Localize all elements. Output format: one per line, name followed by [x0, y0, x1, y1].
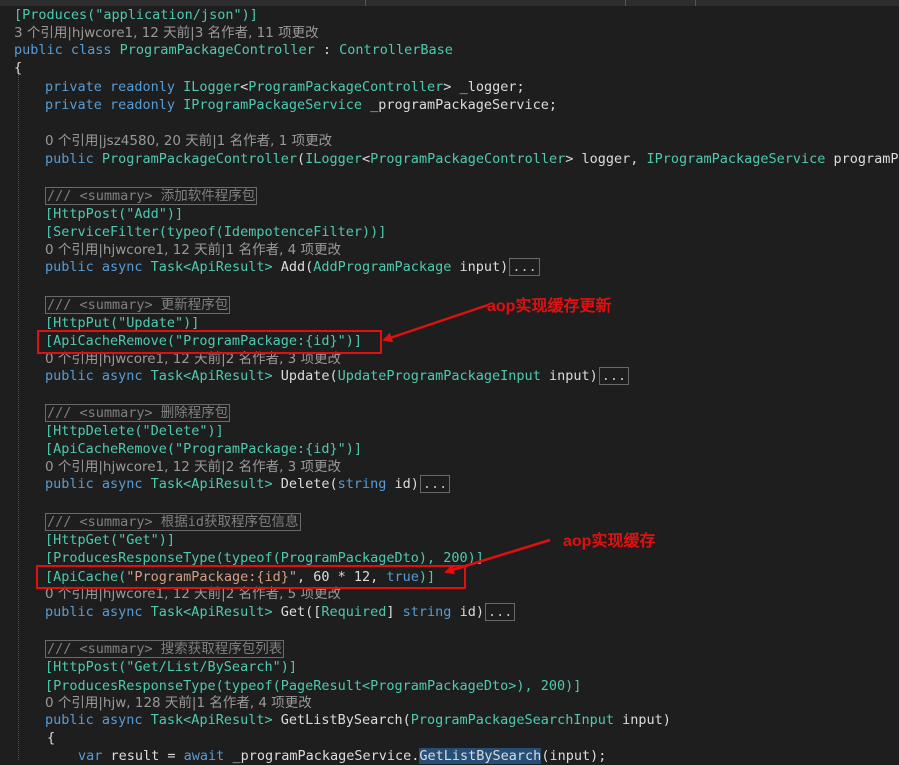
- arrow-to-cache: [444, 538, 551, 575]
- annotation-arrows: [382, 303, 551, 575]
- arrow-to-cache-remove: [382, 303, 489, 343]
- annotation-cache: aop实现缓存: [563, 533, 656, 550]
- annotation-cache-update: aop实现缓存更新: [487, 298, 612, 315]
